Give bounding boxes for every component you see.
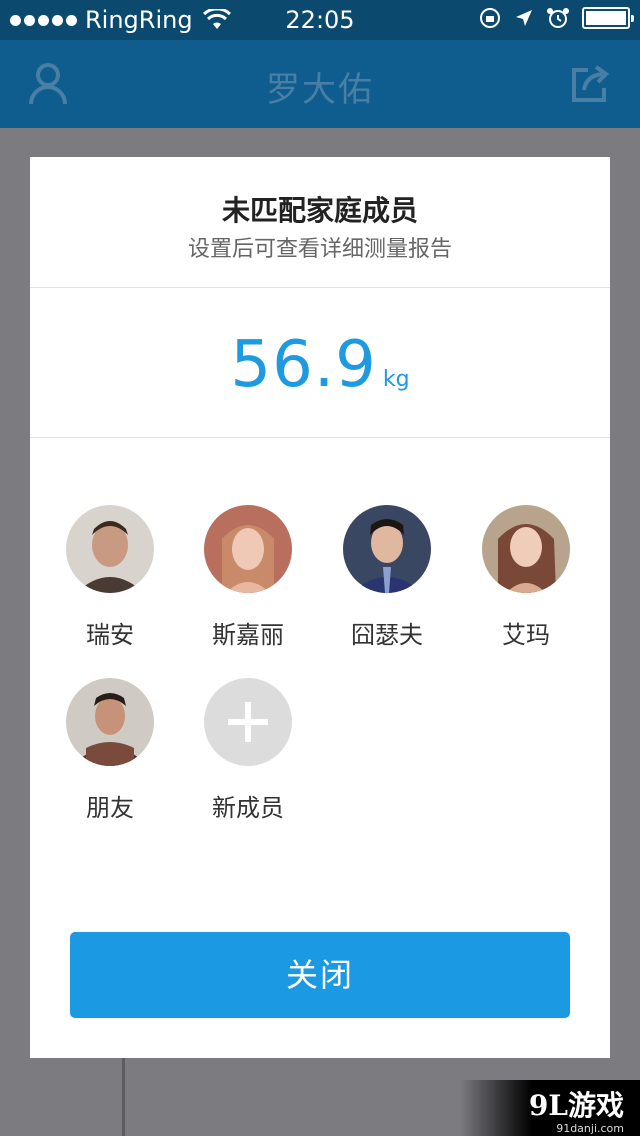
member-name: 瑞安	[86, 621, 134, 649]
add-member-label: 新成员	[212, 794, 284, 822]
member-name: 斯嘉丽	[212, 621, 284, 649]
battery-icon	[582, 7, 634, 29]
add-member-button[interactable]: 新成员	[178, 678, 318, 838]
member-item[interactable]: 艾玛	[456, 505, 596, 665]
dialog-header: 未匹配家庭成员 设置后可查看详细测量报告	[30, 157, 610, 288]
member-item[interactable]: 朋友	[40, 678, 180, 838]
share-icon[interactable]	[570, 62, 612, 104]
background-divider	[122, 1058, 125, 1136]
close-button[interactable]: 关闭	[70, 932, 570, 1018]
watermark-brand: 9L游戏	[528, 1089, 624, 1122]
watermark-site: 91danji.com	[556, 1122, 624, 1135]
dialog-subtitle: 设置后可查看详细测量报告	[187, 237, 452, 262]
member-name: 艾玛	[502, 621, 550, 649]
member-item[interactable]: 瑞安	[40, 505, 180, 665]
location-arrow-icon	[516, 10, 532, 26]
member-item[interactable]: 囧瑟夫	[317, 505, 457, 665]
member-item[interactable]: 斯嘉丽	[178, 505, 318, 665]
navigation-bar: 罗大佑	[0, 40, 640, 128]
portrait-icon	[482, 505, 570, 593]
portrait-icon	[343, 505, 431, 593]
rotation-lock-icon	[480, 8, 500, 28]
member-name: 朋友	[86, 794, 134, 822]
weight-value: 56.9	[230, 328, 377, 402]
status-bar: RingRing 22:05	[0, 0, 640, 40]
page-title: 罗大佑	[266, 70, 374, 110]
add-member-circle[interactable]	[204, 678, 292, 766]
avatar[interactable]	[66, 678, 154, 766]
match-member-dialog: 未匹配家庭成员 设置后可查看详细测量报告 56.9 kg 瑞安 斯嘉丽 囧瑟夫 …	[30, 157, 610, 1058]
portrait-icon	[66, 505, 154, 593]
avatar[interactable]	[482, 505, 570, 593]
portrait-icon	[204, 505, 292, 593]
dialog-title: 未匹配家庭成员	[221, 194, 418, 227]
avatar[interactable]	[343, 505, 431, 593]
avatar[interactable]	[204, 505, 292, 593]
weight-display: 56.9 kg	[30, 288, 610, 438]
weight-unit: kg	[382, 367, 410, 392]
watermark-logo: 9L游戏 91danji.com	[460, 1080, 640, 1136]
portrait-icon	[66, 678, 154, 766]
avatar[interactable]	[66, 505, 154, 593]
alarm-icon	[547, 8, 569, 28]
member-name: 囧瑟夫	[351, 621, 423, 649]
plus-icon	[228, 702, 268, 742]
